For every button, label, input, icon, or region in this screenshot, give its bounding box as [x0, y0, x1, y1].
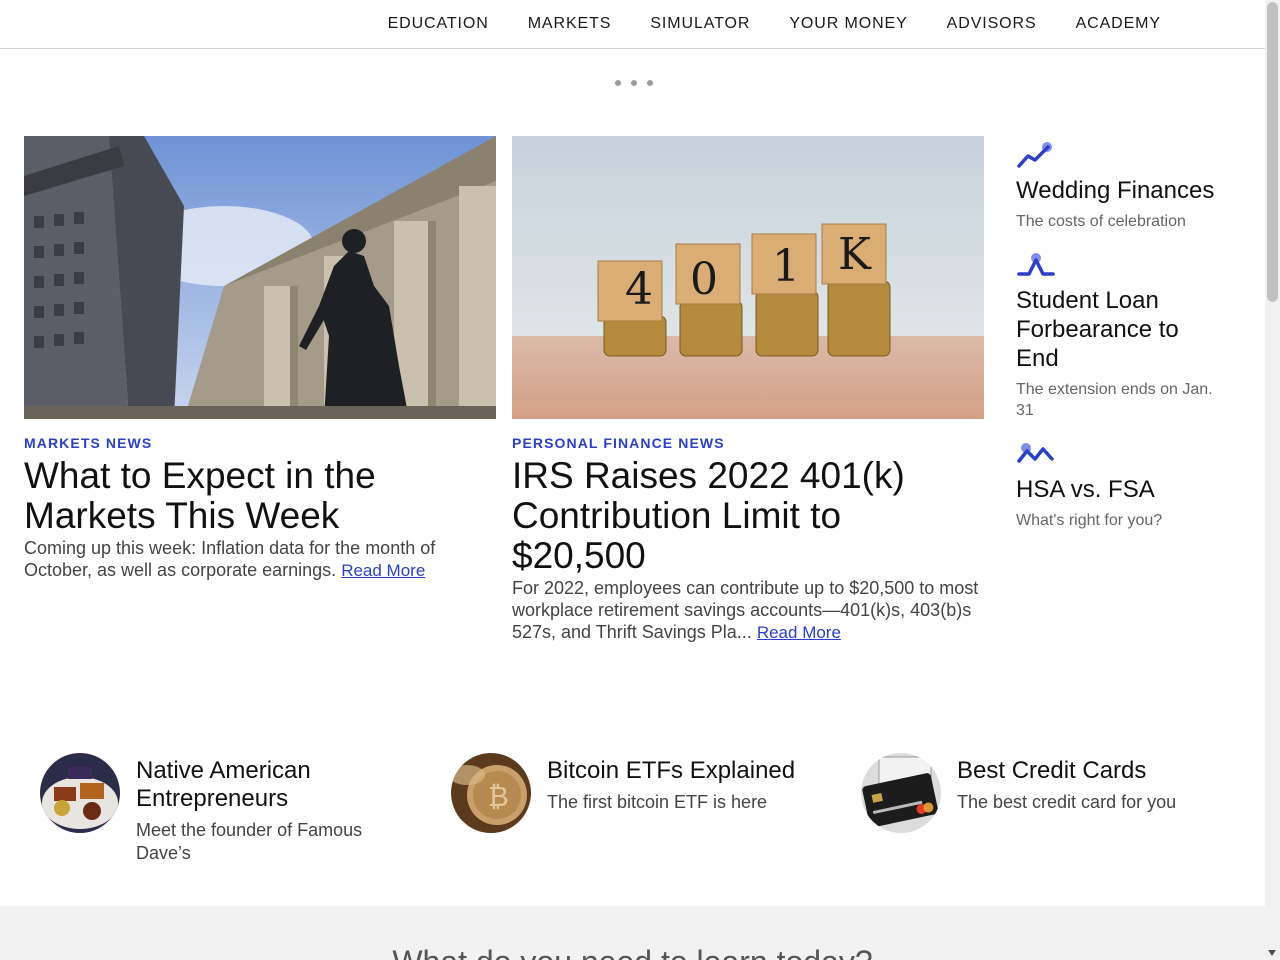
block-letter: 4: [625, 264, 653, 315]
nav-item-markets[interactable]: MARKETS: [528, 15, 612, 33]
wall-street-statue-image[interactable]: [24, 136, 496, 419]
rail-item-wedding-finances[interactable]: Wedding Finances The costs of celebratio…: [1016, 140, 1226, 232]
loading-dots: [615, 80, 653, 86]
credit-card-thumbnail: [861, 753, 941, 833]
summary-text: For 2022, employees can contribute up to…: [512, 578, 979, 642]
page-scrollbar[interactable]: [1265, 0, 1280, 960]
promo-title: Best Credit Cards: [957, 757, 1147, 784]
read-more-link[interactable]: Read More: [341, 561, 425, 580]
rail-item-hsa-vs-fsa[interactable]: HSA vs. FSA What's right for you?: [1016, 439, 1226, 531]
promo-title: Bitcoin ETFs Explained: [547, 757, 796, 784]
block-letter: 0: [690, 254, 718, 305]
promo-best-credit-cards[interactable]: Best Credit Cards The best credit card f…: [861, 753, 1241, 833]
rail-subtitle: What's right for you?: [1016, 512, 1163, 529]
svg-text:₿: ₿: [488, 780, 509, 813]
rail-title: Wedding Finances: [1016, 177, 1215, 204]
category-tag[interactable]: PERSONAL FINANCE NEWS: [512, 435, 984, 451]
promo-bitcoin-etfs[interactable]: ₿ Bitcoin ETFs Explained The first bitco…: [451, 753, 821, 833]
top-navigation: EDUCATION MARKETS SIMULATOR YOUR MONEY A…: [0, 0, 1265, 49]
promo-subtitle: The best credit card for you: [957, 792, 1177, 812]
nav-menu: EDUCATION MARKETS SIMULATOR YOUR MONEY A…: [349, 0, 1161, 48]
promo-title: Native American Entrepreneurs: [136, 757, 311, 812]
promo-subtitle: Meet the founder of Famous Dave’s: [136, 820, 363, 863]
nav-item-your-money[interactable]: YOUR MONEY: [789, 15, 907, 33]
promo-subtitle: The first bitcoin ETF is here: [547, 792, 768, 812]
scroll-down-arrow-icon[interactable]: [1268, 950, 1276, 956]
rail-subtitle: The costs of celebration: [1016, 213, 1186, 230]
article-title[interactable]: IRS Raises 2022 401(k) Contribution Limi…: [512, 456, 984, 576]
feature-card-401k: 4 0 1 K PERSONAL FINANCE NEWS IRS Raises…: [512, 136, 984, 644]
read-more-link[interactable]: Read More: [757, 623, 841, 642]
nav-item-advisors[interactable]: ADVISORS: [947, 15, 1037, 33]
feature-card-markets: MARKETS NEWS What to Expect in the Marke…: [24, 136, 496, 582]
scrollbar-thumb[interactable]: [1267, 2, 1278, 302]
block-letter: 1: [772, 241, 800, 292]
nav-item-education[interactable]: EDUCATION: [388, 15, 489, 33]
trending-rail: Wedding Finances The costs of celebratio…: [1016, 140, 1226, 549]
rail-item-student-loan[interactable]: Student Loan Forbearance to End The exte…: [1016, 250, 1226, 421]
learn-heading: What do you need to learn today?: [0, 944, 1265, 960]
article-summary: For 2022, employees can contribute up to…: [512, 577, 984, 644]
category-tag[interactable]: MARKETS NEWS: [24, 435, 496, 451]
nav-item-academy[interactable]: ACADEMY: [1076, 15, 1161, 33]
rail-subtitle: The extension ends on Jan. 31: [1016, 381, 1213, 419]
article-title[interactable]: What to Expect in the Markets This Week: [24, 456, 496, 536]
food-plate-thumbnail: [40, 753, 120, 833]
trend-up-icon: [1017, 142, 1052, 168]
401k-blocks-image[interactable]: 4 0 1 K: [512, 136, 984, 419]
promo-native-american-entrepreneurs[interactable]: Native American Entrepreneurs Meet the f…: [40, 753, 410, 865]
peak-icon: [1017, 253, 1055, 276]
zigzag-icon: [1017, 443, 1054, 463]
block-letter: K: [838, 229, 872, 280]
rail-title: HSA vs. FSA: [1016, 476, 1155, 503]
learn-section: What do you need to learn today?: [0, 906, 1265, 960]
nav-item-simulator[interactable]: SIMULATOR: [650, 15, 750, 33]
bitcoin-coin-thumbnail: ₿: [451, 753, 531, 833]
rail-title: Student Loan Forbearance to End: [1016, 287, 1179, 372]
article-summary: Coming up this week: Inflation data for …: [24, 537, 496, 582]
